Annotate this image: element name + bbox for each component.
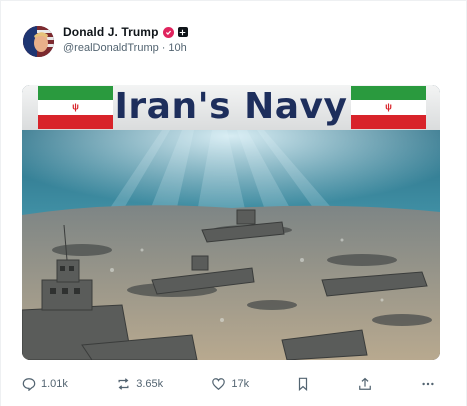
- bookmark-button[interactable]: [297, 377, 309, 391]
- iran-flag-icon: ψ: [351, 86, 426, 129]
- sunken-ships-illustration: [22, 130, 440, 360]
- separator: ·: [161, 42, 166, 54]
- share-button[interactable]: [358, 377, 372, 391]
- more-options-button[interactable]: [420, 377, 436, 391]
- reply-button[interactable]: 1.01k: [22, 377, 68, 391]
- like-icon: [212, 378, 226, 391]
- bookmark-icon: [299, 377, 308, 391]
- repost-button[interactable]: 3.65k: [116, 377, 163, 391]
- like-button[interactable]: 17k: [211, 377, 249, 391]
- avatar[interactable]: [23, 26, 54, 57]
- share-icon: [358, 377, 371, 390]
- author-name[interactable]: Donald J. Trump: [63, 25, 159, 39]
- post-card[interactable]: Donald J. Trump @realDonaldTrump · 10h ψ…: [0, 0, 467, 406]
- post-image[interactable]: ψ Iran's Navy ψ: [22, 85, 440, 360]
- verified-badge-icon[interactable]: [162, 26, 174, 38]
- like-count: 17k: [231, 378, 250, 390]
- affiliate-badge-icon[interactable]: [177, 27, 188, 37]
- more-icon: [422, 382, 434, 386]
- reply-count: 1.01k: [41, 378, 68, 390]
- repost-count: 3.65k: [136, 378, 164, 390]
- post-header: Donald J. Trump @realDonaldTrump · 10h: [63, 25, 188, 54]
- reply-icon: [22, 378, 36, 391]
- repost-icon: [118, 378, 129, 390]
- image-banner: ψ Iran's Navy ψ: [22, 85, 440, 130]
- post-time[interactable]: 10h: [168, 42, 186, 54]
- post-actions: 1.01k 3.65k 17k: [22, 372, 436, 396]
- author-handle[interactable]: @realDonaldTrump: [63, 42, 159, 54]
